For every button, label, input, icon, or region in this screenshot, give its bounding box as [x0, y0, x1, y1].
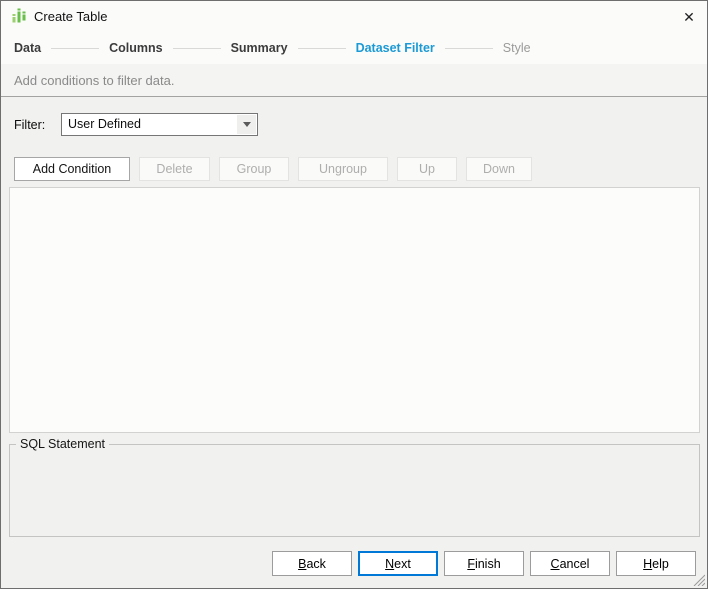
- step-dataset-filter[interactable]: Dataset Filter: [356, 41, 435, 55]
- group-button[interactable]: Group: [219, 157, 289, 181]
- banner-text: Add conditions to filter data.: [14, 73, 174, 88]
- back-button[interactable]: Back: [272, 551, 352, 576]
- condition-toolbar: Add Condition Delete Group Ungroup Up Do…: [14, 157, 532, 181]
- conditions-list-panel[interactable]: [9, 187, 700, 433]
- sql-statement-groupbox: SQL Statement: [9, 444, 700, 537]
- dropdown-arrow-button[interactable]: [237, 115, 256, 134]
- help-button[interactable]: Help: [616, 551, 696, 576]
- filter-dropdown-value: User Defined: [68, 117, 141, 131]
- ungroup-button[interactable]: Ungroup: [298, 157, 388, 181]
- step-summary[interactable]: Summary: [231, 41, 288, 55]
- step-connector: [298, 48, 346, 49]
- window-title: Create Table: [34, 9, 107, 24]
- create-table-dialog: Create Table ✕ Data Columns Summary Data…: [0, 0, 708, 589]
- step-connector: [51, 48, 99, 49]
- step-style[interactable]: Style: [503, 41, 531, 55]
- title-bar[interactable]: Create Table ✕: [1, 1, 707, 32]
- sql-statement-content: [18, 453, 691, 528]
- wizard-steps: Data Columns Summary Dataset Filter Styl…: [1, 32, 707, 64]
- step-connector: [173, 48, 221, 49]
- cancel-button[interactable]: Cancel: [530, 551, 610, 576]
- sql-statement-title: SQL Statement: [16, 437, 109, 451]
- filter-label: Filter:: [14, 118, 45, 132]
- next-button[interactable]: Next: [358, 551, 438, 576]
- banner: Add conditions to filter data.: [1, 64, 707, 97]
- chevron-down-icon: [243, 122, 251, 127]
- close-icon[interactable]: ✕: [679, 7, 699, 27]
- step-connector: [445, 48, 493, 49]
- footer-buttons: Back Next Finish Cancel Help: [272, 551, 696, 576]
- finish-button[interactable]: Finish: [444, 551, 524, 576]
- resize-grip[interactable]: [691, 572, 705, 586]
- chart-bars-icon: [11, 8, 27, 24]
- step-data[interactable]: Data: [14, 41, 41, 55]
- up-button[interactable]: Up: [397, 157, 457, 181]
- step-columns[interactable]: Columns: [109, 41, 162, 55]
- delete-button[interactable]: Delete: [139, 157, 210, 181]
- down-button[interactable]: Down: [466, 157, 532, 181]
- filter-dropdown[interactable]: User Defined: [61, 113, 258, 136]
- add-condition-button[interactable]: Add Condition: [14, 157, 130, 181]
